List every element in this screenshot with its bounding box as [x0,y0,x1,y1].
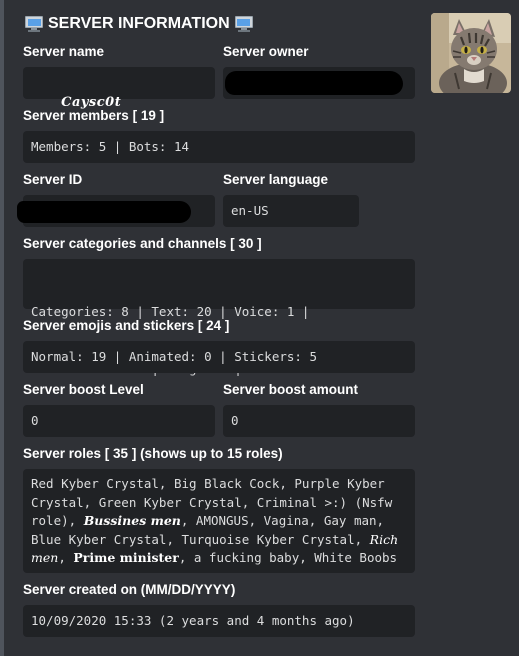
server-roles-value: Red Kyber Crystal, Big Black Cock, Purpl… [23,469,415,573]
server-id-value-box [17,195,215,227]
server-created-label: Server created on (MM/DD/YYYY) [23,582,236,597]
server-created-value: 10/09/2020 15:33 (2 years and 4 months a… [23,605,415,637]
server-roles-label: Server roles [ 35 ] (shows up to 15 role… [23,446,283,461]
server-id-redaction [17,201,191,223]
server-members-label: Server members [ 19 ] [23,108,165,123]
desktop-computer-icon [25,16,43,32]
server-emojis-value: Normal: 19 | Animated: 0 | Stickers: 5 [23,341,415,373]
server-categories-value-box: Categories: 8 | Text: 20 | Voice: 1 | An… [23,259,415,376]
server-boost-level-label: Server boost Level [23,382,144,397]
server-boost-level-value: 0 [23,405,215,437]
roles-text: , a fucking baby, White Boobs [178,550,398,566]
server-language-label: Server language [223,172,329,187]
server-name-label: Server name [23,44,105,59]
server-categories-label: Server categories and channels [ 30 ] [23,236,262,251]
server-owner-redaction [225,71,403,95]
server-name-value-box: Caysc0t [23,67,215,110]
server-info-embed: SERVER INFORMATION Server name Caysc0t S… [0,0,519,656]
server-boost-amount-label: Server boost amount [223,382,359,397]
desktop-computer-icon [234,16,253,32]
role-prime-minister: Prime minister [73,550,179,566]
role-bussines-men: Bussines men [83,513,181,529]
server-members-value: Members: 5 | Bots: 14 [23,131,415,163]
server-owner-label: Server owner [223,44,309,59]
server-id-label: Server ID [23,172,83,187]
embed-title: SERVER INFORMATION [23,13,255,35]
embed-title-text: SERVER INFORMATION [48,15,230,32]
server-thumbnail-cat-avatar[interactable] [431,13,511,93]
server-owner-value-box [223,67,415,99]
server-boost-amount-value: 0 [223,405,415,437]
cat-avatar-image [431,13,511,93]
server-emojis-label: Server emojis and stickers [ 24 ] [23,318,230,333]
roles-text: , [58,550,74,566]
server-language-value: en-US [223,195,359,227]
